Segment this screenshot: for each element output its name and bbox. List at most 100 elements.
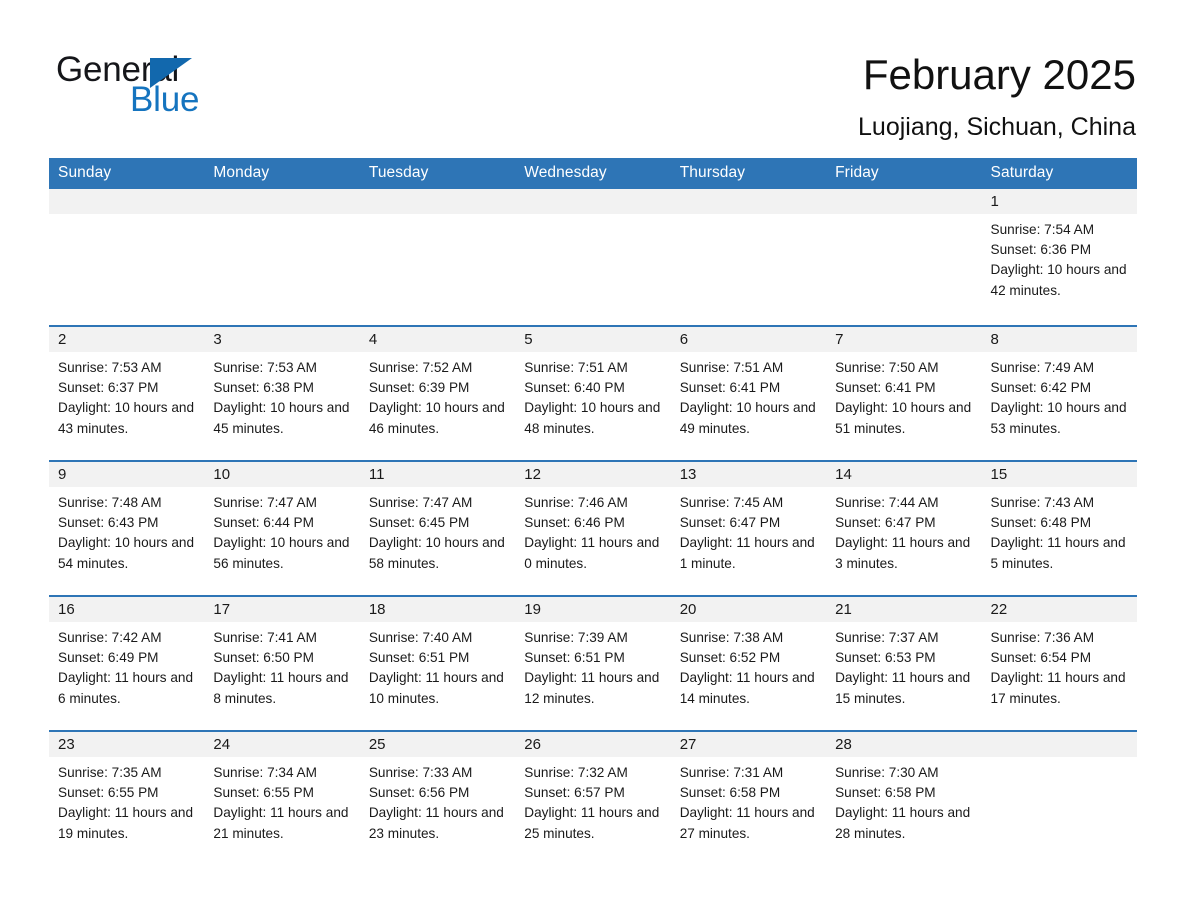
daylight-text: Daylight: 10 hours and 43 minutes.	[58, 400, 195, 436]
calendar-day-cell[interactable]: 10 Sunrise: 7:47 AM Sunset: 6:44 PM Dayligh…	[204, 460, 360, 596]
calendar-day-cell[interactable]: 18 Sunrise: 7:40 AM Sunset: 6:51 PM Dayligh…	[359, 595, 516, 731]
calendar-day-cell[interactable]: 1 Sunrise: 7:54 AM Sunset: 6:36 PM Daylight…	[981, 189, 1137, 326]
day-details: Sunrise: 7:51 AM Sunset: 6:40 PM Daylight:…	[515, 352, 670, 449]
sunset-text: Sunset: 6:49 PM	[58, 650, 159, 666]
day-number: 13	[670, 462, 827, 487]
calendar-day-cell[interactable]: 22 Sunrise: 7:36 AM Sunset: 6:54 PM Dayligh…	[981, 595, 1137, 731]
calendar-day-cell[interactable]: 7 Sunrise: 7:50 AM Sunset: 6:41 PM Daylight…	[826, 325, 982, 461]
daylight-text: Daylight: 11 hours and 1 minute.	[679, 535, 815, 571]
sunset-text: Sunset: 6:44 PM	[213, 515, 314, 531]
day-number: 19	[515, 597, 671, 622]
day-number: 22	[981, 597, 1137, 622]
calendar-day-cell[interactable]: 12 Sunrise: 7:46 AM Sunset: 6:46 PM Dayligh…	[515, 460, 671, 596]
calendar-day-cell[interactable]: 28 Sunrise: 7:30 AM Sunset: 6:58 PM Dayligh…	[826, 730, 982, 854]
calendar-day-cell[interactable]: 21 Sunrise: 7:37 AM Sunset: 6:53 PM Dayligh…	[826, 595, 982, 731]
calendar-day-cell[interactable]: 20 Sunrise: 7:38 AM Sunset: 6:52 PM Dayligh…	[670, 595, 827, 731]
sunrise-text: Sunrise: 7:52 AM	[368, 360, 473, 375]
calendar-day-cell[interactable]: 5 Sunrise: 7:51 AM Sunset: 6:40 PM Daylight…	[515, 325, 671, 461]
sunset-text: Sunset: 6:54 PM	[990, 650, 1092, 666]
calendar-day-cell[interactable]: 24 Sunrise: 7:34 AM Sunset: 6:55 PM Dayligh…	[204, 730, 360, 854]
sunset-text: Sunset: 6:39 PM	[368, 380, 470, 396]
calendar-day-cell[interactable]: 14 Sunrise: 7:44 AM Sunset: 6:47 PM Dayligh…	[826, 460, 982, 596]
daylight-text: Daylight: 11 hours and 17 minutes.	[990, 670, 1126, 706]
daylight-text: Daylight: 11 hours and 10 minutes.	[368, 670, 504, 706]
calendar-day-cell[interactable]: 13 Sunrise: 7:45 AM Sunset: 6:47 PM Dayligh…	[670, 460, 827, 596]
day-number: 12	[515, 462, 671, 487]
sunrise-text: Sunrise: 7:54 AM	[990, 222, 1095, 237]
day-details: Sunrise: 7:52 AM Sunset: 6:39 PM Daylight:…	[360, 352, 515, 449]
calendar-day-cell[interactable]: 17 Sunrise: 7:41 AM Sunset: 6:50 PM Dayligh…	[204, 595, 360, 731]
sunrise-text: Sunrise: 7:51 AM	[679, 360, 784, 375]
calendar-day-cell[interactable]: 4 Sunrise: 7:52 AM Sunset: 6:39 PM Daylight…	[359, 325, 516, 461]
daylight-text: Daylight: 11 hours and 6 minutes.	[58, 670, 194, 706]
day-details: Sunrise: 7:47 AM Sunset: 6:44 PM Daylight:…	[204, 487, 359, 584]
sunset-text: Sunset: 6:57 PM	[524, 785, 625, 801]
daylight-text: Daylight: 10 hours and 46 minutes.	[368, 400, 505, 436]
daylight-text: Daylight: 11 hours and 14 minutes.	[679, 670, 815, 706]
calendar-day-cell[interactable]: 25 Sunrise: 7:33 AM Sunset: 6:56 PM Dayligh…	[359, 730, 516, 854]
calendar-day-cell[interactable]: 9 Sunrise: 7:48 AM Sunset: 6:43 PM Daylight…	[49, 460, 205, 596]
day-details: Sunrise: 7:48 AM Sunset: 6:43 PM Daylight:…	[49, 487, 204, 584]
sunset-text: Sunset: 6:55 PM	[58, 785, 159, 801]
sunset-text: Sunset: 6:48 PM	[990, 515, 1092, 531]
calendar-table: Sunday Monday Tuesday Wednesday Thursday…	[49, 158, 1137, 854]
calendar-day-cell[interactable]: 26 Sunrise: 7:32 AM Sunset: 6:57 PM Dayligh…	[515, 730, 671, 854]
daylight-text: Daylight: 11 hours and 5 minutes.	[990, 535, 1126, 571]
page-title: February 2025	[862, 51, 1136, 98]
sunrise-text: Sunrise: 7:48 AM	[58, 495, 162, 510]
daylight-text: Daylight: 11 hours and 12 minutes.	[524, 670, 660, 706]
calendar-day-cell[interactable]: 8 Sunrise: 7:49 AM Sunset: 6:42 PM Daylight…	[981, 325, 1137, 461]
sunrise-text: Sunrise: 7:30 AM	[835, 765, 939, 780]
sunrise-text: Sunrise: 7:47 AM	[213, 495, 317, 510]
day-details: Sunrise: 7:54 AM Sunset: 6:36 PM Daylight:…	[982, 214, 1137, 311]
sunset-text: Sunset: 6:46 PM	[524, 515, 625, 531]
calendar-day-cell[interactable]: 6 Sunrise: 7:51 AM Sunset: 6:41 PM Daylight…	[670, 325, 827, 461]
calendar-day-cell[interactable]: 27 Sunrise: 7:31 AM Sunset: 6:58 PM Dayligh…	[670, 730, 827, 854]
weekday-header-wednesday: Wednesday	[515, 158, 671, 189]
day-number: 3	[204, 327, 360, 352]
sunset-text: Sunset: 6:50 PM	[213, 650, 314, 666]
day-details: Sunrise: 7:39 AM Sunset: 6:51 PM Daylight:…	[515, 622, 670, 719]
sunset-text: Sunset: 6:37 PM	[58, 380, 159, 396]
sunset-text: Sunset: 6:40 PM	[524, 380, 625, 396]
day-details	[671, 214, 826, 230]
calendar-day-cell[interactable]: 2 Sunrise: 7:53 AM Sunset: 6:37 PM Daylight…	[49, 325, 205, 461]
calendar-day-cell-empty	[826, 189, 982, 326]
calendar-day-cell-empty	[49, 189, 205, 326]
day-details: Sunrise: 7:31 AM Sunset: 6:58 PM Daylight:…	[671, 757, 826, 854]
day-number: 1	[981, 189, 1137, 214]
daylight-text: Daylight: 10 hours and 58 minutes.	[368, 535, 505, 571]
day-number	[49, 189, 205, 214]
calendar-day-cell[interactable]: 15 Sunrise: 7:43 AM Sunset: 6:48 PM Dayligh…	[981, 460, 1137, 596]
day-number: 20	[670, 597, 827, 622]
calendar-day-cell[interactable]: 11 Sunrise: 7:47 AM Sunset: 6:45 PM Dayligh…	[359, 460, 516, 596]
weekday-header-tuesday: Tuesday	[359, 158, 516, 189]
page-subtitle-location: Luojiang, Sichuan, China	[858, 113, 1136, 141]
sunrise-text: Sunrise: 7:34 AM	[213, 765, 317, 780]
sunrise-text: Sunrise: 7:42 AM	[58, 630, 162, 645]
daylight-text: Daylight: 10 hours and 49 minutes.	[679, 400, 816, 436]
daylight-text: Daylight: 11 hours and 21 minutes.	[213, 805, 349, 841]
day-details	[515, 214, 670, 230]
calendar-day-cell[interactable]: 19 Sunrise: 7:39 AM Sunset: 6:51 PM Dayligh…	[515, 595, 671, 731]
title-block: February 2025 Luojiang, Sichuan, China	[858, 50, 1136, 142]
sunrise-text: Sunrise: 7:41 AM	[213, 630, 317, 645]
weekday-header-saturday: Saturday	[981, 158, 1137, 189]
day-details: Sunrise: 7:50 AM Sunset: 6:41 PM Daylight:…	[826, 352, 981, 449]
sunset-text: Sunset: 6:41 PM	[835, 380, 936, 396]
calendar-header-row: Sunday Monday Tuesday Wednesday Thursday…	[49, 158, 1137, 189]
calendar-day-cell[interactable]: 16 Sunrise: 7:42 AM Sunset: 6:49 PM Dayligh…	[49, 595, 205, 731]
calendar-day-cell[interactable]: 3 Sunrise: 7:53 AM Sunset: 6:38 PM Daylight…	[204, 325, 360, 461]
day-number: 21	[826, 597, 982, 622]
calendar-day-cell[interactable]: 23 Sunrise: 7:35 AM Sunset: 6:55 PM Dayligh…	[49, 730, 205, 854]
day-details: Sunrise: 7:30 AM Sunset: 6:58 PM Daylight:…	[826, 757, 981, 854]
day-details: Sunrise: 7:36 AM Sunset: 6:54 PM Daylight:…	[982, 622, 1137, 719]
day-number: 10	[204, 462, 360, 487]
day-number: 18	[359, 597, 516, 622]
sunrise-text: Sunrise: 7:45 AM	[679, 495, 784, 510]
day-details: Sunrise: 7:53 AM Sunset: 6:38 PM Daylight:…	[204, 352, 359, 449]
day-details	[204, 214, 359, 230]
sunset-text: Sunset: 6:51 PM	[524, 650, 625, 666]
daylight-text: Daylight: 11 hours and 28 minutes.	[835, 805, 971, 841]
day-details: Sunrise: 7:41 AM Sunset: 6:50 PM Daylight:…	[204, 622, 359, 719]
